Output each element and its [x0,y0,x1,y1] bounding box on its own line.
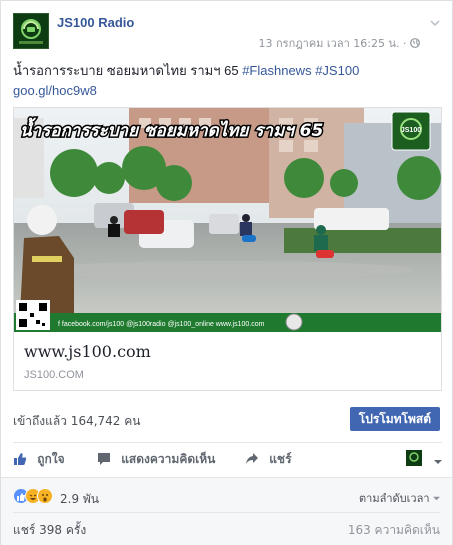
post-meta: 13 กรกฎาคม เวลา 16:25 น. · [259,34,420,52]
divider [13,512,440,513]
share-count[interactable]: แชร์ 398 ครั้ง [13,521,86,540]
share-button[interactable]: แชร์ [245,450,292,469]
hashtag-flashnews[interactable]: #Flashnews [242,63,311,78]
caret-down-icon [432,452,442,466]
post-body: น้ำรอการระบาย ซอยมหาดไทย รามฯ 65 [13,63,239,78]
chevron-down-icon[interactable] [428,15,442,29]
post-card: JS100 Radio 13 กรกฎาคม เวลา 16:25 น. · น… [0,0,453,545]
post-footer: 2.9 พัน ตามลำดับเวลา แชร์ 398 ครั้ง 163 … [1,477,452,545]
page-name-link[interactable]: JS100 Radio [57,15,134,30]
like-button[interactable]: ถูกใจ [13,450,65,469]
globe-icon [410,37,420,50]
link-title[interactable]: www.js100.com [24,342,151,361]
reaction-count: 2.9 พัน [60,492,100,506]
post-as-selector[interactable] [405,450,442,466]
share-label: แชร์ [269,452,292,466]
link-preview-card[interactable]: JS100 น้ำรอการระบาย ซอยมหาดไทย รามฯ 65 f… [13,107,442,391]
action-bar: ถูกใจ แสดงความคิดเห็น แชร์ [13,445,442,475]
image-banner-text: น้ำรอการระบาย ซอยมหาดไทย รามฯ 65 [20,117,323,141]
link-domain: JS100.COM [24,369,84,381]
share-arrow-icon [245,452,269,466]
svg-text:JS100: JS100 [401,127,421,134]
short-link[interactable]: goo.gl/hoc9w8 [13,83,97,98]
post-timestamp[interactable]: 13 กรกฎาคม เวลา 16:25 น. [259,37,400,50]
post-header: JS100 Radio 13 กรกฎาคม เวลา 16:25 น. · [13,13,442,53]
thumbs-up-icon [13,452,37,466]
wow-reaction-icon [37,488,53,504]
image-footer-text: f facebook.com/js100 @js100radio @js100_… [58,321,265,328]
hashtag-js100[interactable]: #JS100 [315,63,359,78]
divider [13,442,442,443]
post-text: น้ำรอการระบาย ซอยมหาดไทย รามฯ 65 #Flashn… [13,61,442,101]
meta-separator: · [403,37,407,50]
link-preview-image[interactable]: JS100 น้ำรอการระบาย ซอยมหาดไทย รามฯ 65 f… [14,108,441,332]
sort-comments-dropdown[interactable]: ตามลำดับเวลา [359,489,440,507]
comment-button[interactable]: แสดงความคิดเห็น [97,450,215,469]
page-avatar-icon [405,450,422,466]
like-label: ถูกใจ [37,452,65,466]
reach-text[interactable]: เข้าถึงแล้ว 164,742 คน [13,412,140,431]
sort-label: ตามลำดับเวลา [359,492,430,505]
boost-post-button[interactable]: โปรโมทโพสต์ [349,407,440,431]
speech-bubble-icon [97,452,121,466]
caret-down-icon [433,492,440,505]
comment-count[interactable]: 163 ความคิดเห็น [348,521,440,540]
comment-label: แสดงความคิดเห็น [121,452,216,466]
avatar[interactable] [13,13,49,49]
